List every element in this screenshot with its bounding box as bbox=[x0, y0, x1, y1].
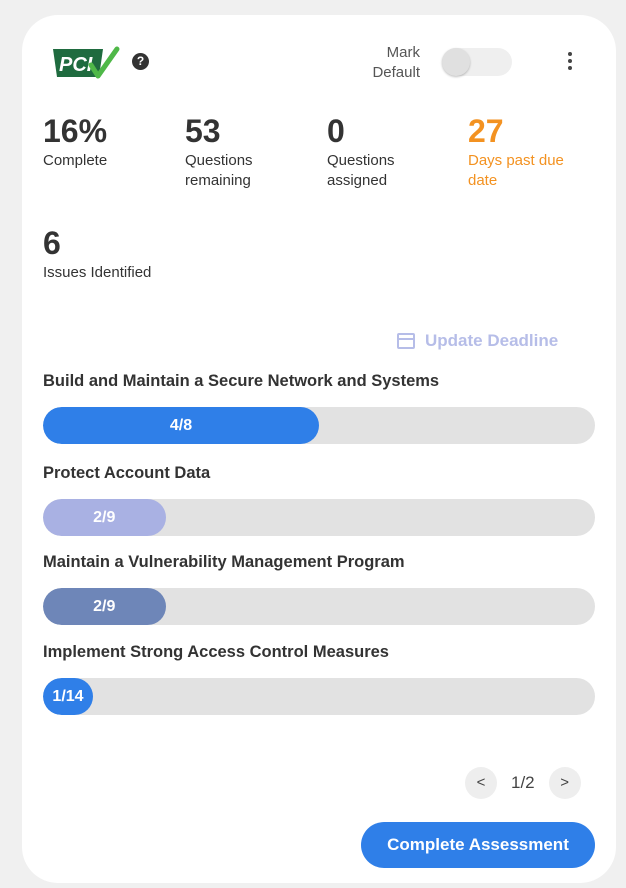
section-secure-network: Build and Maintain a Secure Network and … bbox=[43, 371, 595, 444]
svg-text:PCI: PCI bbox=[59, 54, 93, 76]
next-page-button[interactable]: > bbox=[548, 767, 581, 799]
mark-default-toggle[interactable] bbox=[442, 48, 512, 76]
calendar-icon bbox=[397, 333, 415, 349]
progress-bar: 1/14 bbox=[43, 678, 595, 715]
stat-label: Complete bbox=[43, 152, 108, 169]
stat-questions-remaining: 53 Questions remaining bbox=[185, 113, 295, 191]
progress-fill: 2/9 bbox=[43, 588, 166, 625]
stat-label: Issues Identified bbox=[43, 264, 152, 281]
stat-issues-identified: 6 Issues Identified bbox=[43, 225, 243, 283]
section-access-control: Implement Strong Access Control Measures… bbox=[43, 642, 595, 715]
progress-fill: 4/8 bbox=[43, 407, 319, 444]
progress-fill: 1/14 bbox=[43, 678, 93, 715]
complete-assessment-button[interactable]: Complete Assessment bbox=[361, 822, 595, 868]
progress-bar: 4/8 bbox=[43, 407, 595, 444]
toggle-knob bbox=[442, 48, 470, 76]
section-protect-account-data: Protect Account Data 2/9 bbox=[43, 463, 595, 536]
progress-bar: 2/9 bbox=[43, 588, 595, 625]
prev-page-button[interactable]: < bbox=[465, 767, 497, 799]
stat-complete: 16% Complete bbox=[43, 113, 163, 171]
stat-label: Questions assigned bbox=[327, 152, 395, 189]
assessment-card: PCI ? Mark Default 16% Complete 53 Quest… bbox=[22, 15, 616, 883]
section-title: Protect Account Data bbox=[43, 464, 211, 482]
section-title: Build and Maintain a Secure Network and … bbox=[43, 372, 440, 390]
update-deadline-button[interactable]: Update Deadline bbox=[397, 331, 558, 351]
stat-value: 53 bbox=[185, 113, 221, 149]
stat-value: 6 bbox=[43, 225, 61, 261]
stat-value: 0 bbox=[327, 113, 345, 149]
stat-value: 27 bbox=[468, 113, 504, 149]
pci-logo: PCI bbox=[53, 46, 120, 79]
progress-fill: 2/9 bbox=[43, 499, 166, 536]
mark-default-label: Mark Default bbox=[372, 44, 420, 81]
pagination: < 1/2 > bbox=[465, 767, 581, 799]
page-indicator: 1/2 bbox=[511, 773, 535, 792]
stat-days-past-due: 27 Days past due date bbox=[468, 113, 588, 191]
stat-label: Days past due date bbox=[468, 152, 564, 189]
help-icon[interactable]: ? bbox=[132, 53, 149, 70]
section-title: Implement Strong Access Control Measures bbox=[43, 643, 389, 661]
progress-bar: 2/9 bbox=[43, 499, 595, 536]
update-deadline-label: Update Deadline bbox=[425, 331, 559, 350]
section-vulnerability-management: Maintain a Vulnerability Management Prog… bbox=[43, 552, 595, 625]
stat-label: Questions remaining bbox=[185, 152, 253, 189]
more-options-icon[interactable] bbox=[562, 49, 578, 75]
section-title: Maintain a Vulnerability Management Prog… bbox=[43, 553, 405, 571]
stat-value: 16% bbox=[43, 113, 108, 149]
stat-questions-assigned: 0 Questions assigned bbox=[327, 113, 427, 191]
